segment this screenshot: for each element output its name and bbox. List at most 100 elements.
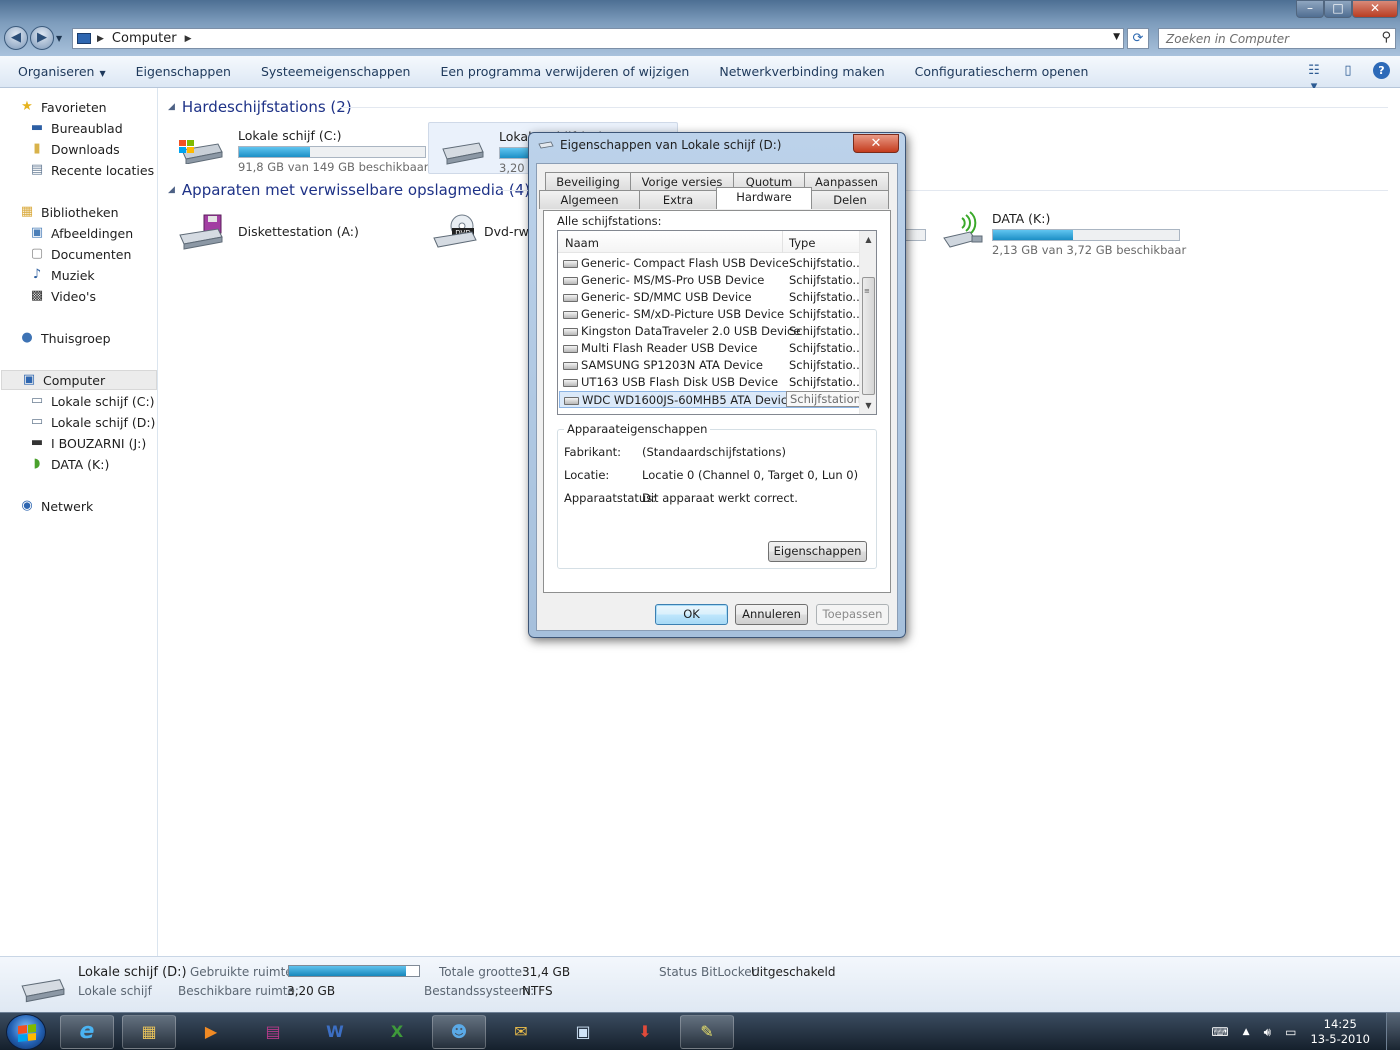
control-panel-button[interactable]: Configuratiescherm openen [915, 64, 1089, 79]
messenger-icon[interactable]: ☻ [432, 1015, 486, 1049]
clock[interactable]: 14:25 13-5-2010 [1310, 1017, 1370, 1047]
hardware-tab-page: Alle schijfstations: Naam Type Generic- … [543, 210, 891, 593]
nav-music[interactable]: ♪ Muziek [0, 265, 95, 285]
uninstall-program-button[interactable]: Een programma verwijderen of wijzigen [440, 64, 689, 79]
volume-icon[interactable]: 🔊︎ [1264, 1025, 1272, 1040]
outlook-icon[interactable]: ✉ [494, 1015, 548, 1049]
device-properties-legend: Apparaateigenschappen [564, 422, 711, 436]
list-item[interactable]: Generic- SD/MMC USB Device Schijfstatio..… [559, 289, 863, 306]
drive-tile-a[interactable]: Diskettestation (A:) [168, 205, 418, 257]
tab-customize[interactable]: Aanpassen [804, 172, 889, 191]
nav-recent-places[interactable]: ▤ Recente locaties [0, 160, 154, 180]
navigation-buttons: ◀ ▶ ▼ [4, 26, 62, 50]
nav-drive-d[interactable]: ▭ Lokale schijf (D:) [0, 412, 156, 432]
scroll-up-icon[interactable]: ▲ [860, 231, 876, 248]
nav-documents[interactable]: ▢ Documenten [0, 244, 132, 264]
forward-arrow-icon[interactable]: ▶ [30, 26, 54, 50]
drive-tile-k[interactable]: DATA (K:) 2,13 GB van 3,72 GB beschikbaa… [930, 205, 1186, 257]
tab-sharing[interactable]: Delen [811, 190, 889, 209]
usb-drive-icon [943, 211, 983, 248]
breadcrumb-arrow-icon[interactable]: ▶ [97, 34, 104, 44]
internet-explorer-icon[interactable]: e [60, 1015, 114, 1049]
command-bar: Organiseren ▼ Eigenschappen Systeemeigens… [0, 56, 1400, 94]
nav-drive-c[interactable]: ▭ Lokale schijf (C:) [0, 391, 155, 411]
nav-favorites[interactable]: ★ Favorieten [0, 97, 106, 117]
control-panel-icon[interactable]: ✎ [680, 1015, 734, 1049]
word-icon[interactable]: W [308, 1015, 362, 1049]
search-input[interactable]: Zoeken in Computer ⚲ [1158, 28, 1396, 49]
preview-pane-icon[interactable]: ▯ [1339, 63, 1357, 79]
tab-tools[interactable]: Extra [639, 190, 717, 209]
breadcrumb-arrow-icon[interactable]: ▶ [185, 34, 192, 44]
list-scrollbar[interactable]: ▲ ≡ ▼ [859, 231, 876, 414]
list-item[interactable]: Generic- MS/MS-Pro USB Device Schijfstati… [559, 272, 863, 289]
nav-network[interactable]: ◉ Netwerk [0, 496, 93, 516]
nav-libraries[interactable]: ▦ Bibliotheken [0, 202, 119, 222]
remote-desktop-icon[interactable]: ▣ [556, 1015, 610, 1049]
close-window-button[interactable]: ✕ [1352, 0, 1398, 18]
collapse-triangle-icon[interactable]: ◢ [168, 185, 175, 195]
scroll-down-icon[interactable]: ▼ [860, 397, 876, 414]
network-status-icon[interactable]: ▭ [1285, 1025, 1296, 1039]
group-header-hard-drives[interactable]: ◢ Hardeschijfstations (2) [168, 98, 352, 116]
tab-general[interactable]: Algemeen [539, 190, 640, 209]
nav-videos[interactable]: ▩ Video's [0, 286, 96, 306]
winrar-icon[interactable]: ▤ [246, 1015, 300, 1049]
address-bar[interactable]: ▶ Computer ▶ ▼ [72, 28, 1124, 49]
show-desktop-button[interactable] [1386, 1013, 1400, 1050]
tab-hardware[interactable]: Hardware [716, 187, 812, 209]
drive-tile-c[interactable]: Lokale schijf (C:) 91,8 GB van 149 GB be… [168, 122, 429, 174]
nav-desktop[interactable]: ▬ Bureaublad [0, 118, 123, 138]
cancel-button[interactable]: Annuleren [735, 604, 808, 625]
column-header-type[interactable]: Type [789, 236, 815, 250]
recent-pages-dropdown[interactable]: ▼ [56, 34, 62, 50]
tab-security[interactable]: Beveiliging [545, 172, 631, 191]
refresh-icon[interactable]: ⟳ [1127, 28, 1149, 49]
breadcrumb-computer[interactable]: Computer [112, 31, 177, 46]
device-properties-button[interactable]: Eigenschappen [768, 541, 867, 562]
keyboard-icon[interactable]: ⌨ [1211, 1025, 1228, 1039]
explorer-icon[interactable]: ▦ [122, 1015, 176, 1049]
list-item[interactable]: Kingston DataTraveler 2.0 USB Device Schi… [559, 323, 863, 340]
maximize-button[interactable]: □ [1324, 0, 1352, 18]
drive-icon [563, 345, 578, 353]
list-item[interactable]: UT163 USB Flash Disk USB Device Schijfsta… [559, 374, 863, 391]
list-item[interactable]: Multi Flash Reader USB Device Schijfstati… [559, 340, 863, 357]
organize-menu[interactable]: Organiseren ▼ [18, 64, 106, 79]
list-item-selected[interactable]: WDC WD1600JS-60MHB5 ATA Device Schijfstat… [559, 391, 871, 408]
help-icon[interactable]: ? [1373, 62, 1390, 79]
nav-downloads[interactable]: ▮ Downloads [0, 139, 119, 159]
collapse-triangle-icon[interactable]: ◢ [168, 102, 175, 112]
search-icon[interactable]: ⚲ [1381, 30, 1391, 45]
nav-drive-k[interactable]: ◗ DATA (K:) [0, 454, 110, 474]
media-player-icon[interactable]: ▶ [184, 1015, 238, 1049]
list-item[interactable]: Generic- Compact Flash USB Device Schijfs… [559, 255, 863, 272]
minimize-button[interactable]: – [1296, 0, 1324, 18]
group-header-removable[interactable]: ◢ Apparaten met verwisselbare opslagmedia… [168, 181, 530, 199]
map-network-drive-button[interactable]: Netwerkverbinding maken [719, 64, 884, 79]
show-hidden-icons-icon[interactable]: ▲ [1243, 1027, 1250, 1037]
nav-computer[interactable]: ▣ Computer [1, 370, 157, 390]
drive-tool-icon[interactable]: ⬇ [618, 1015, 672, 1049]
column-header-name[interactable]: Naam [565, 236, 599, 250]
location-value: Locatie 0 (Channel 0, Target 0, Lun 0) [642, 468, 859, 482]
dialog-close-button[interactable]: ✕ [853, 134, 899, 153]
apply-button[interactable]: Toepassen [816, 604, 889, 625]
nav-drive-j[interactable]: ▬ I BOUZARNI (J:) [0, 433, 146, 453]
view-options-icon[interactable]: ☷ ▾ [1305, 63, 1323, 94]
list-item[interactable]: SAMSUNG SP1203N ATA Device Schijfstatio..… [559, 357, 863, 374]
list-item[interactable]: Generic- SM/xD-Picture USB Device Schijfs… [559, 306, 863, 323]
clock-time: 14:25 [1323, 1017, 1357, 1031]
start-button[interactable] [6, 1014, 46, 1050]
properties-button[interactable]: Eigenschappen [136, 64, 231, 79]
back-arrow-icon[interactable]: ◀ [4, 26, 28, 50]
system-properties-button[interactable]: Systeemeigenschappen [261, 64, 410, 79]
ok-button[interactable]: OK [655, 604, 728, 625]
drives-list[interactable]: Naam Type Generic- Compact Flash USB Dev… [557, 230, 877, 415]
column-divider[interactable] [782, 231, 783, 253]
nav-pictures[interactable]: ▣ Afbeeldingen [0, 223, 133, 243]
address-dropdown-icon[interactable]: ▼ [1113, 32, 1120, 42]
device-status-value: Dit apparaat werkt correct. [642, 491, 798, 505]
nav-homegroup[interactable]: ● Thuisgroep [0, 328, 110, 348]
excel-icon[interactable]: X [370, 1015, 424, 1049]
